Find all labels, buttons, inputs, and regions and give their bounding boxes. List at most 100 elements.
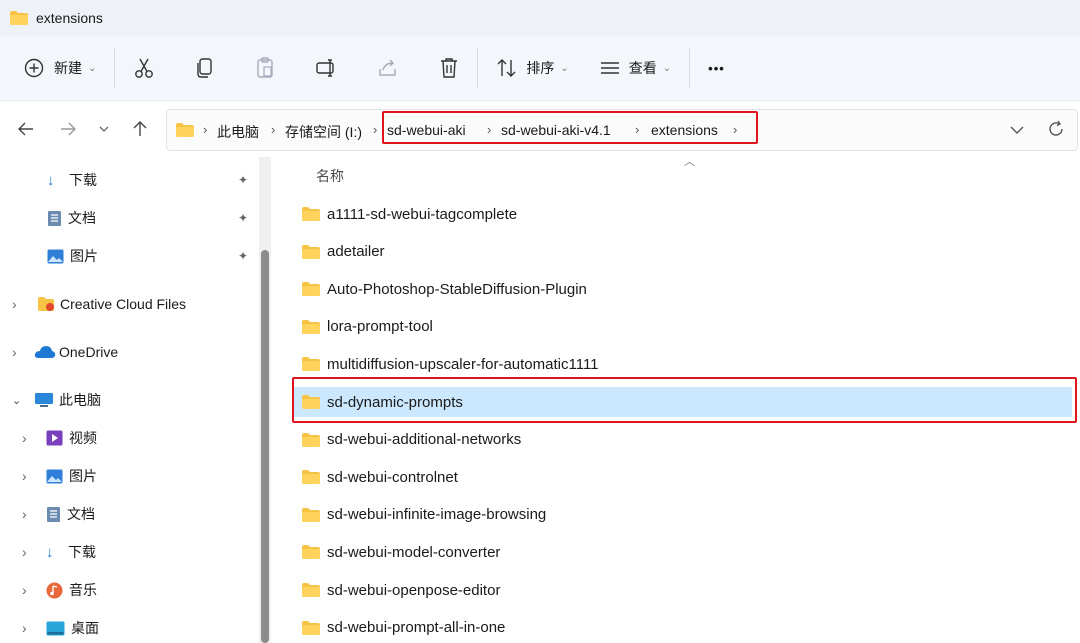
sidebar-item-label: 音乐 <box>69 582 97 598</box>
list-item[interactable]: sd-webui-model-converter <box>294 537 1072 567</box>
folder-icon <box>10 11 28 25</box>
breadcrumb-drive[interactable]: 存储空间 (I:) <box>285 122 362 142</box>
sidebar-item-creative-cloud[interactable]: › Creative Cloud Files <box>12 291 186 317</box>
scissors-icon <box>135 58 154 78</box>
recent-locations-button[interactable] <box>92 115 116 143</box>
chevron-right-icon: › <box>22 430 27 446</box>
share-button[interactable] <box>369 48 407 88</box>
column-header-name[interactable]: 名称 <box>316 166 344 186</box>
list-item[interactable]: sd-webui-infinite-image-browsing <box>294 500 1072 530</box>
folder-icon <box>302 282 320 297</box>
list-item-name: sd-webui-additional-networks <box>327 431 522 449</box>
paste-button[interactable] <box>247 48 283 88</box>
address-highlight-box <box>382 111 758 144</box>
breadcrumb-separator: › <box>271 122 276 137</box>
sidebar-item-label: 图片 <box>69 468 97 484</box>
sidebar-item-this-pc[interactable]: ⌄ 此电脑 <box>12 387 101 413</box>
more-options-button[interactable]: ••• <box>700 48 733 88</box>
sidebar-item-pc-music[interactable]: › 音乐 <box>22 577 97 603</box>
back-button[interactable] <box>14 115 38 143</box>
sidebar-item-pc-downloads[interactable]: › ↓ 下载 <box>22 539 96 565</box>
chevron-down-icon: ⌄ <box>560 62 569 74</box>
forward-button[interactable] <box>56 115 80 143</box>
rename-button[interactable] <box>307 48 345 88</box>
list-item[interactable]: lora-prompt-tool <box>294 312 1072 342</box>
chevron-down-icon <box>1010 126 1024 134</box>
trash-icon <box>441 58 458 78</box>
up-button[interactable] <box>128 115 152 143</box>
refresh-icon <box>1049 120 1063 136</box>
pin-icon[interactable]: ✦ <box>238 249 248 263</box>
navigation-scrollbar-thumb[interactable] <box>261 250 269 643</box>
delete-button[interactable] <box>431 48 467 88</box>
toolbar-divider <box>114 48 116 88</box>
sidebar-item-pc-desktop[interactable]: › 桌面 <box>22 615 99 641</box>
list-item-name: multidiffusion-upscaler-for-automatic111… <box>327 355 599 373</box>
sidebar-item-pc-videos[interactable]: › 视频 <box>22 425 97 451</box>
new-button[interactable]: 新建 ⌄ <box>16 48 104 88</box>
download-icon: ↓ <box>46 543 54 561</box>
download-icon: ↓ <box>47 171 55 189</box>
sidebar-item-quick-documents[interactable]: 文档 <box>47 205 96 231</box>
folder-icon <box>302 244 320 259</box>
ellipsis-icon: ••• <box>708 60 725 76</box>
address-history-button[interactable] <box>1009 122 1025 141</box>
list-item[interactable]: sd-webui-additional-networks <box>294 425 1072 455</box>
list-item-name: sd-webui-prompt-all-in-one <box>327 619 506 637</box>
sidebar-item-quick-download[interactable]: ↓ 下载 <box>47 167 97 193</box>
list-item[interactable]: multidiffusion-upscaler-for-automatic111… <box>294 349 1072 379</box>
sidebar-item-label: 下载 <box>68 544 96 560</box>
view-button-label: 查看 <box>628 60 657 76</box>
computer-icon <box>35 393 53 407</box>
picture-icon <box>47 249 64 263</box>
chevron-right-icon: › <box>22 544 27 560</box>
view-button[interactable]: 查看 ⌄ <box>591 48 679 88</box>
pin-icon[interactable]: ✦ <box>238 211 248 225</box>
sort-ascending-icon: ︿ <box>684 156 695 168</box>
list-item-name: lora-prompt-tool <box>327 318 433 336</box>
arrow-left-icon <box>18 122 33 136</box>
cut-button[interactable] <box>125 48 163 88</box>
chevron-right-icon: › <box>22 468 27 484</box>
sort-button[interactable]: 排序 ⌄ <box>488 48 576 88</box>
folder-icon <box>302 432 320 447</box>
selection-highlight-box <box>292 377 1077 423</box>
list-item[interactable]: adetailer <box>294 237 1072 267</box>
sidebar-item-quick-pictures[interactable]: 图片 <box>47 243 98 269</box>
chevron-down-icon: ⌄ <box>12 394 22 407</box>
title-bar: extensions <box>0 0 1080 36</box>
folder-icon <box>302 620 320 635</box>
list-item[interactable]: sd-webui-prompt-all-in-one <box>294 613 1072 643</box>
video-icon <box>46 430 63 446</box>
pin-icon[interactable]: ✦ <box>238 173 248 187</box>
creative-cloud-icon <box>38 297 54 311</box>
sidebar-item-pc-pictures[interactable]: › 图片 <box>22 463 97 489</box>
plus-circle-icon <box>24 58 44 78</box>
sidebar-item-pc-documents[interactable]: › 文档 <box>22 501 95 527</box>
onedrive-cloud-icon <box>34 346 56 358</box>
sidebar-item-onedrive[interactable]: › OneDrive <box>12 339 118 365</box>
picture-icon <box>46 469 63 483</box>
folder-icon <box>302 319 320 334</box>
copy-button[interactable] <box>187 48 223 88</box>
list-item-name: a1111-sd-webui-tagcomplete <box>327 205 518 223</box>
refresh-button[interactable] <box>1047 120 1065 141</box>
chevron-down-icon: ⌄ <box>662 62 672 74</box>
list-item-name: sd-webui-openpose-editor <box>327 581 501 599</box>
window-title: extensions <box>36 10 103 26</box>
list-item[interactable]: Auto-Photoshop-StableDiffusion-Plugin <box>294 274 1072 304</box>
list-item[interactable]: sd-webui-openpose-editor <box>294 575 1072 605</box>
sidebar-item-label: Creative Cloud Files <box>60 296 187 312</box>
sidebar-item-label: 视频 <box>69 430 97 446</box>
sidebar-item-label: OneDrive <box>59 344 119 360</box>
toolbar-divider <box>477 48 479 88</box>
list-item-name: sd-webui-controlnet <box>327 468 458 486</box>
rename-icon <box>316 59 335 77</box>
list-item[interactable]: sd-webui-controlnet <box>294 462 1072 492</box>
copy-icon <box>197 58 213 78</box>
sort-button-label: 排序 <box>526 60 555 76</box>
new-button-label: 新建 <box>54 60 82 76</box>
breadcrumb-this-pc[interactable]: 此电脑 <box>217 122 259 142</box>
folder-icon <box>302 545 320 560</box>
list-item[interactable]: a1111-sd-webui-tagcomplete <box>294 199 1072 229</box>
